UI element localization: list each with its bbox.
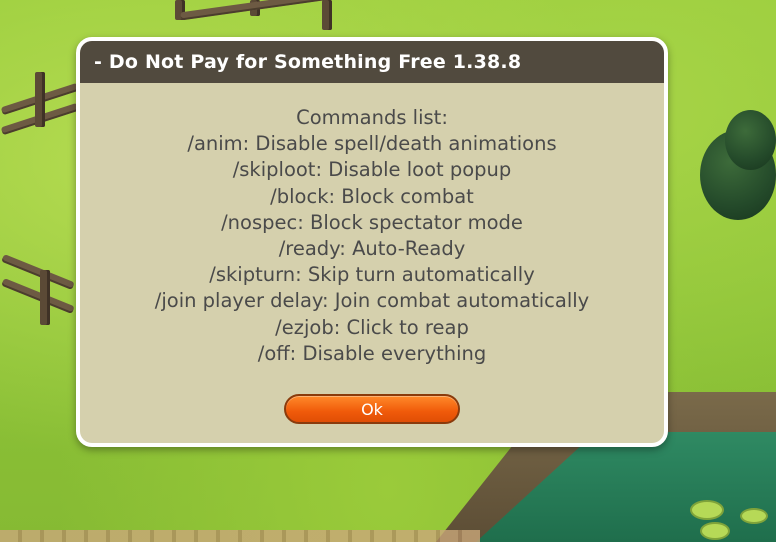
command-anim: /anim: Disable spell/death animations — [187, 132, 557, 156]
lily-pad — [740, 508, 768, 524]
fence-post — [35, 72, 45, 127]
lily-pad — [700, 522, 730, 540]
command-nospec: /nospec: Block spectator mode — [221, 210, 523, 234]
ok-button[interactable]: Ok — [284, 394, 460, 425]
lily-pad — [690, 500, 724, 520]
command-skiploot: /skiploot: Disable loot popup — [232, 158, 512, 182]
command-block: /block: Block combat — [270, 184, 474, 208]
dialog-body: Commands list: /anim: Disable spell/deat… — [80, 83, 664, 425]
bush — [725, 110, 776, 170]
command-skipturn: /skipturn: Skip turn automatically — [209, 263, 535, 287]
command-ezjob: /ezjob: Click to reap — [275, 315, 469, 339]
dialog-title: - Do Not Pay for Something Free 1.38.8 — [94, 51, 522, 73]
dialog-header: - Do Not Pay for Something Free 1.38.8 — [80, 41, 664, 83]
command-ready: /ready: Auto-Ready — [278, 237, 466, 261]
ground-edge — [0, 530, 480, 542]
commands-header: Commands list: — [296, 106, 448, 129]
command-off: /off: Disable everything — [257, 341, 487, 365]
fence-post — [40, 270, 50, 325]
commands-dialog: - Do Not Pay for Something Free 1.38.8 C… — [76, 37, 668, 447]
command-join: /join player delay: Join combat automati… — [154, 289, 590, 313]
fence-post — [322, 0, 332, 30]
